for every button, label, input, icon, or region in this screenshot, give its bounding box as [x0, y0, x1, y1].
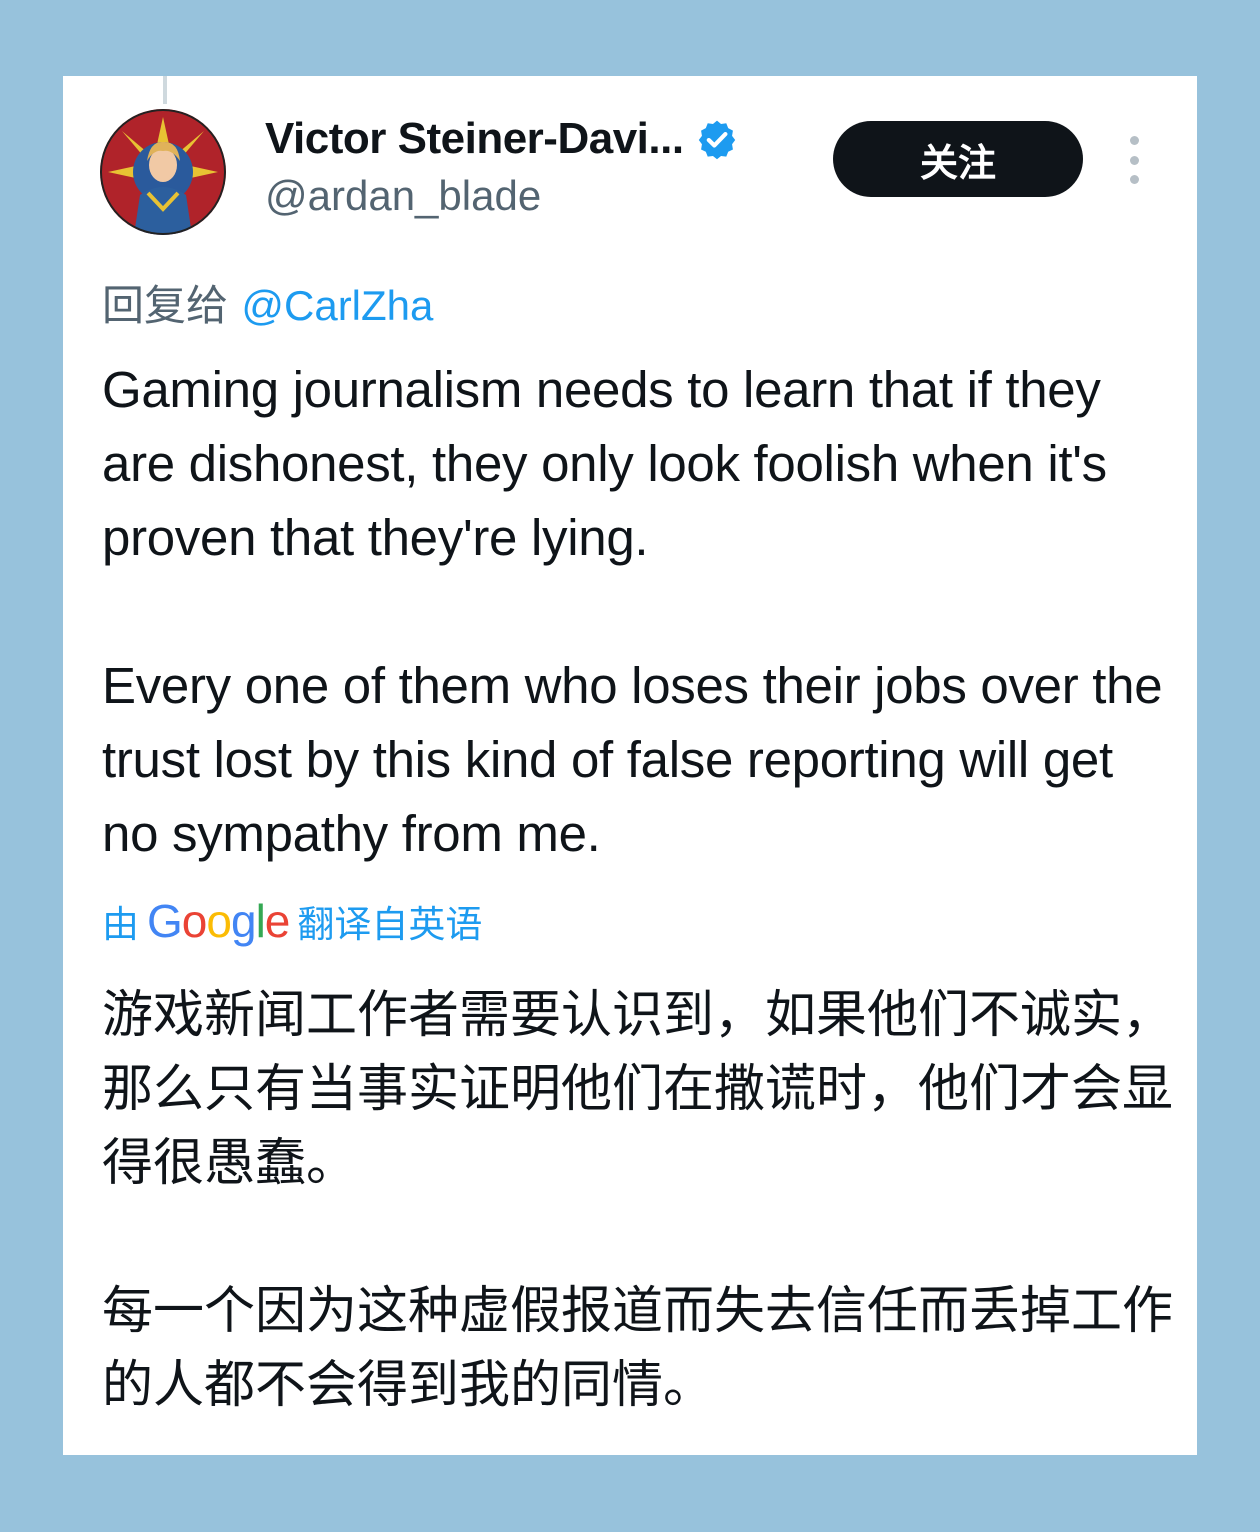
tweet-paragraph: Gaming journalism needs to learn that if…	[102, 361, 1107, 566]
translation-credit-link[interactable]: 由 Google 翻译自英语	[102, 894, 482, 948]
translation-credit-suffix: 翻译自英语	[297, 903, 483, 946]
more-dot	[1129, 155, 1139, 165]
translated-paragraph: 游戏新闻工作者需要认识到，如果他们不诚实，那么只有当事实证明他们在撒谎时，他们才…	[102, 986, 1174, 1193]
translation-credit-prefix: 由	[102, 903, 139, 946]
translated-text: 游戏新闻工作者需要认识到，如果他们不诚实，那么只有当事实证明他们在撒谎时，他们才…	[102, 979, 1182, 1423]
avatar-image	[100, 109, 226, 235]
reply-to-line: 回复给 @CarlZha	[102, 272, 433, 333]
author-handle[interactable]: @ardan_blade	[265, 172, 541, 220]
reply-to-mention-link[interactable]: @CarlZha	[241, 282, 433, 329]
avatar[interactable]	[100, 109, 226, 235]
translated-paragraph: 每一个因为这种虚假报道而失去信任而丢掉工作的人都不会得到我的同情。	[102, 1282, 1174, 1415]
verified-badge-icon	[698, 120, 735, 160]
tweet-text: Gaming journalism needs to learn that if…	[102, 353, 1182, 871]
reply-to-prefix: 回复给	[102, 281, 229, 330]
author-name-row[interactable]: Victor Steiner-Davi...	[265, 114, 738, 164]
thread-connector-line	[163, 76, 167, 104]
tweet-card: Victor Steiner-Davi... @ardan_blade 关注 回…	[63, 76, 1197, 1455]
tweet-paragraph: Every one of them who loses their jobs o…	[102, 657, 1163, 862]
more-dot	[1129, 136, 1139, 145]
author-display-name[interactable]: Victor Steiner-Davi...	[265, 114, 684, 164]
more-dot	[1129, 175, 1139, 184]
google-logo-icon: Google	[147, 895, 290, 947]
more-vertical-icon[interactable]	[1119, 136, 1149, 184]
follow-button[interactable]: 关注	[833, 121, 1083, 197]
